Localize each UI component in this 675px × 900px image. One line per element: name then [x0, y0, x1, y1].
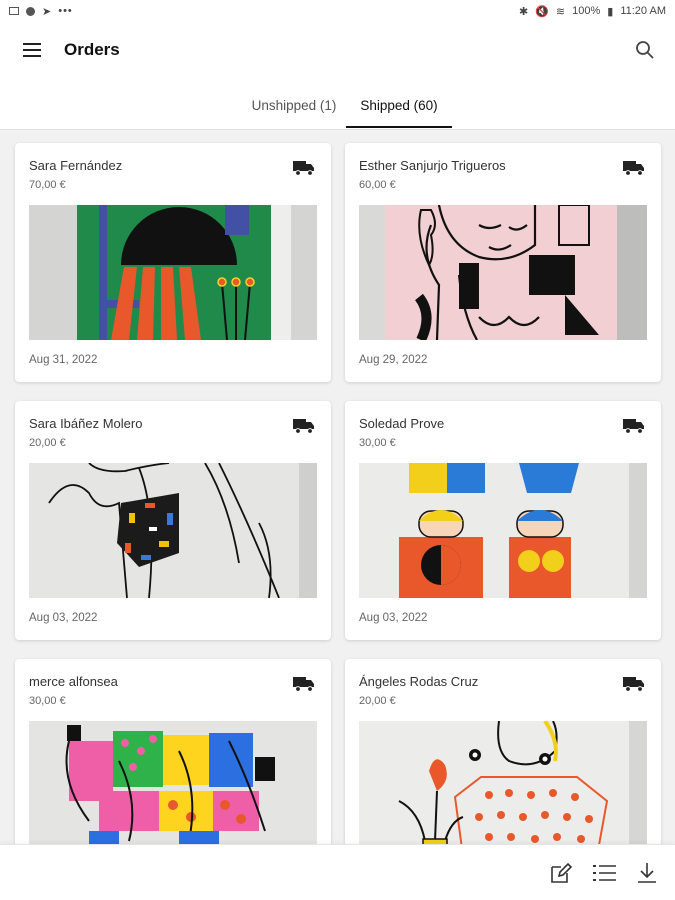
order-date: Aug 31, 2022	[29, 354, 98, 366]
search-icon	[636, 41, 654, 59]
order-card[interactable]: Esther Sanjurjo Trigueros 60,00 € Aug 29…	[345, 143, 661, 382]
artwork-image	[359, 721, 647, 856]
order-price: 70,00 €	[29, 179, 66, 191]
truck-icon	[293, 677, 314, 692]
image-notification-icon	[9, 7, 19, 15]
clock: 11:20 AM	[620, 5, 666, 17]
menu-button[interactable]	[0, 22, 64, 78]
truck-icon	[623, 677, 644, 692]
customer-name: Sara Ibáñez Molero	[29, 416, 143, 431]
order-date: Aug 03, 2022	[29, 612, 98, 624]
customer-name: Sara Fernández	[29, 158, 123, 173]
order-price: 30,00 €	[29, 695, 66, 707]
mute-icon: 🔇	[535, 5, 549, 18]
artwork-image	[359, 205, 647, 340]
list-icon	[593, 865, 616, 881]
order-date: Aug 03, 2022	[359, 612, 428, 624]
truck-icon	[623, 419, 644, 434]
download-icon	[638, 863, 656, 883]
active-tab-indicator	[346, 126, 452, 128]
truck-icon	[623, 161, 644, 176]
order-price: 30,00 €	[359, 437, 396, 449]
notification-dot-icon	[26, 6, 35, 16]
order-price: 60,00 €	[359, 179, 396, 191]
edit-icon	[551, 862, 573, 883]
status-bar-notifications: ➤ •••	[9, 5, 73, 18]
tab-shipped[interactable]: Shipped (60)	[346, 98, 452, 113]
order-card[interactable]: Ángeles Rodas Cruz 20,00 €	[345, 659, 661, 859]
bluetooth-icon: ✱	[518, 5, 529, 18]
battery-icon: ▮	[607, 5, 614, 18]
order-tabs: Unshipped (1) Shipped (60)	[0, 78, 675, 130]
customer-name: Esther Sanjurjo Trigueros	[359, 158, 506, 173]
artwork-image	[29, 205, 317, 340]
order-date: Aug 29, 2022	[359, 354, 428, 366]
customer-name: merce alfonsea	[29, 674, 118, 689]
artwork-image	[29, 721, 317, 856]
truck-icon	[293, 161, 314, 176]
order-card[interactable]: merce alfonsea 30,00 €	[15, 659, 331, 859]
send-notification-icon: ➤	[42, 5, 52, 18]
hamburger-icon	[23, 43, 41, 57]
customer-name: Soledad Prove	[359, 416, 445, 431]
order-card[interactable]: Sara Ibáñez Molero 20,00 € Aug 03, 2022	[15, 401, 331, 640]
truck-icon	[293, 419, 314, 434]
edit-button[interactable]	[548, 860, 574, 886]
more-notifications-icon: •••	[58, 5, 73, 17]
order-card[interactable]: Sara Fernández 70,00 € Aug 31, 2022	[15, 143, 331, 382]
wifi-icon: ≋	[555, 5, 566, 18]
artwork-image	[359, 463, 647, 598]
artwork-image	[29, 463, 317, 598]
download-button[interactable]	[634, 860, 660, 886]
list-view-button[interactable]	[592, 860, 618, 886]
status-bar-system: ✱ 🔇 ≋ 100% ▮ 11:20 AM	[519, 5, 666, 18]
order-price: 20,00 €	[29, 437, 66, 449]
customer-name: Ángeles Rodas Cruz	[359, 674, 479, 689]
bottom-action-bar	[0, 844, 675, 900]
order-card[interactable]: Soledad Prove 30,00 € Aug 03, 2022	[345, 401, 661, 640]
page-title: Orders	[64, 40, 120, 59]
status-bar: ➤ ••• ✱ 🔇 ≋ 100% ▮ 11:20 AM	[0, 0, 675, 22]
search-button[interactable]	[633, 38, 657, 62]
app-bar: Orders	[0, 22, 675, 78]
order-price: 20,00 €	[359, 695, 396, 707]
battery-level: 100%	[572, 5, 601, 17]
tab-unshipped[interactable]: Unshipped (1)	[248, 98, 340, 113]
